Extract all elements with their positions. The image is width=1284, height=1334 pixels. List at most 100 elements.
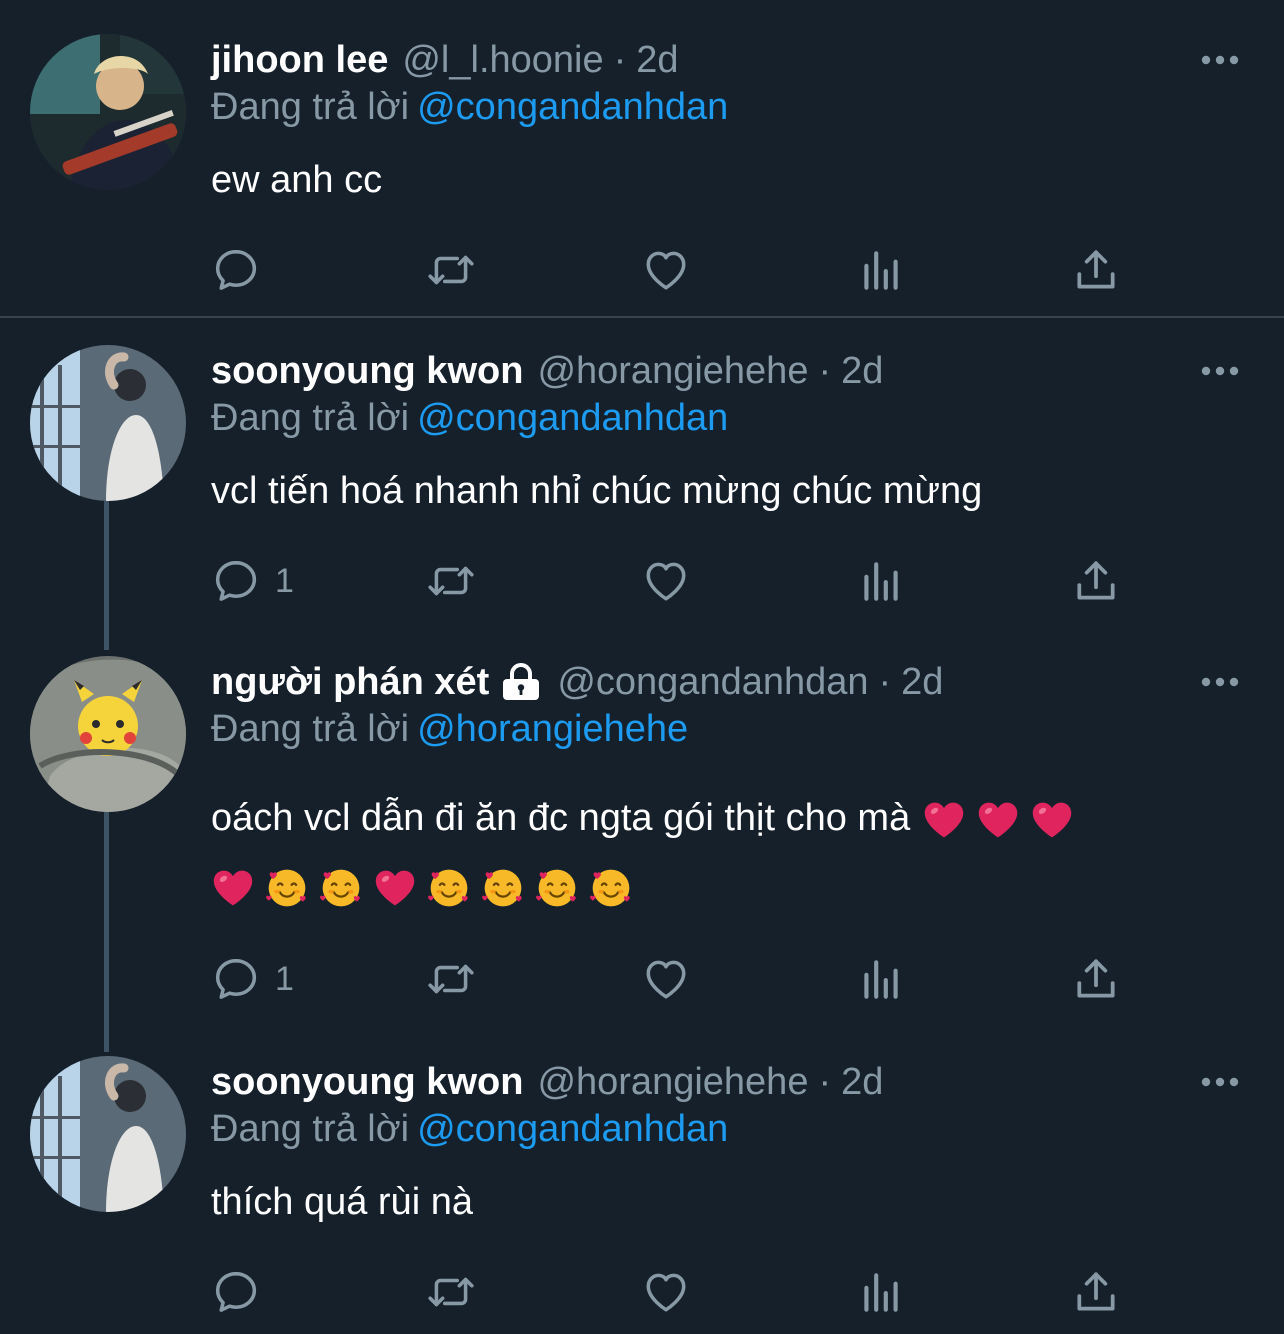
replying-to: Đang trả lời @congandanhdan (211, 86, 728, 129)
analytics-button[interactable] (856, 244, 906, 296)
share-icon (1071, 245, 1121, 295)
reply-button[interactable] (211, 244, 275, 296)
more-options-icon[interactable] (1196, 40, 1244, 80)
retweet-button[interactable] (426, 953, 476, 1005)
replying-to-label: Đang trả lời (211, 1108, 410, 1150)
tweet-header: soonyoung kwon @horangiehehe · 2d (211, 1056, 883, 1108)
avatar[interactable] (30, 656, 186, 812)
timestamp[interactable]: 2d (636, 39, 678, 82)
display-name[interactable]: jihoon lee (211, 39, 388, 82)
retweet-button[interactable] (426, 555, 476, 607)
avatar[interactable] (30, 345, 186, 501)
like-button[interactable] (641, 1266, 691, 1318)
share-button[interactable] (1071, 555, 1121, 607)
timestamp[interactable]: 2d (841, 1061, 883, 1104)
analytics-icon (856, 1267, 906, 1317)
more-options-icon[interactable] (1196, 1062, 1244, 1102)
like-button[interactable] (641, 953, 691, 1005)
like-button[interactable] (641, 244, 691, 296)
like-icon (641, 556, 691, 606)
emoji-line-2 (211, 854, 1241, 922)
mention-link[interactable]: @congandanhdan (417, 86, 728, 128)
avatar[interactable] (30, 34, 186, 190)
display-name[interactable]: soonyoung kwon (211, 350, 523, 393)
display-name[interactable]: soonyoung kwon (211, 1061, 523, 1104)
mention-link[interactable]: @horangiehehe (417, 708, 688, 750)
reply-icon (211, 954, 261, 1004)
smiling-face-with-hearts-emoji (481, 866, 525, 910)
tweet-header: jihoon lee @l_l.hoonie · 2d (211, 34, 679, 86)
mention-link[interactable]: @congandanhdan (417, 1108, 728, 1150)
username[interactable]: @horangiehehe (537, 350, 808, 393)
reply-count: 1 (275, 959, 294, 998)
share-icon (1071, 556, 1121, 606)
lock-icon (503, 663, 540, 700)
tweet-text-body: vcl tiến hoá nhanh nhỉ chúc mừng chúc mừ… (211, 470, 983, 512)
retweet-icon (426, 954, 476, 1004)
reply-icon (211, 245, 261, 295)
separator-dot: · (878, 660, 892, 703)
tweet-divider (0, 316, 1284, 318)
analytics-icon (856, 954, 906, 1004)
separator-dot: · (613, 38, 627, 81)
thread-line (104, 812, 109, 1052)
avatar-image (30, 345, 186, 501)
red-heart-emoji (373, 866, 417, 910)
timestamp[interactable]: 2d (841, 350, 883, 393)
reply-icon (211, 1267, 261, 1317)
tweet-text-body: thích quá rùi nà (211, 1181, 473, 1223)
smiling-face-with-hearts-emoji (265, 866, 309, 910)
replying-to: Đang trả lời @congandanhdan (211, 397, 728, 440)
smiling-face-with-hearts-emoji (589, 866, 633, 910)
analytics-icon (856, 556, 906, 606)
timestamp[interactable]: 2d (901, 661, 943, 704)
like-icon (641, 1267, 691, 1317)
analytics-icon (856, 245, 906, 295)
share-button[interactable] (1071, 953, 1121, 1005)
tweet-text: oách vcl dẫn đi ăn đc ngta gói thịt cho … (211, 784, 1241, 922)
smiling-face-with-hearts-emoji (535, 866, 579, 910)
retweet-icon (426, 1267, 476, 1317)
separator-dot: · (818, 349, 832, 392)
like-button[interactable] (641, 555, 691, 607)
tweet-text-body: oách vcl dẫn đi ăn đc ngta gói thịt cho … (211, 797, 911, 839)
smiling-face-with-hearts-emoji (319, 866, 363, 910)
share-button[interactable] (1071, 1266, 1121, 1318)
smiling-face-with-hearts-emoji (427, 866, 471, 910)
tweet-actions: 1 (211, 953, 1131, 1005)
replying-to: Đang trả lời @congandanhdan (211, 1108, 728, 1151)
retweet-icon (426, 556, 476, 606)
like-icon (641, 245, 691, 295)
analytics-button[interactable] (856, 555, 906, 607)
tweet-text: thích quá rùi nà (211, 1168, 1241, 1236)
display-name[interactable]: người phán xét (211, 661, 489, 704)
tweet-header: soonyoung kwon @horangiehehe · 2d (211, 345, 883, 397)
more-options-icon[interactable] (1196, 662, 1244, 702)
tweet-actions (211, 244, 1131, 296)
tweet-text: ew anh cc (211, 146, 1241, 214)
share-button[interactable] (1071, 244, 1121, 296)
more-options-icon[interactable] (1196, 351, 1244, 391)
like-icon (641, 954, 691, 1004)
tweet-text-body: ew anh cc (211, 159, 383, 201)
analytics-button[interactable] (856, 1266, 906, 1318)
mention-link[interactable]: @congandanhdan (417, 397, 728, 439)
replying-to-label: Đang trả lời (211, 86, 410, 128)
red-heart-emoji (211, 866, 255, 910)
reply-button[interactable]: 1 (211, 953, 294, 1005)
reply-button[interactable]: 1 (211, 555, 294, 607)
retweet-button[interactable] (426, 1266, 476, 1318)
username[interactable]: @l_l.hoonie (402, 39, 603, 82)
analytics-button[interactable] (856, 953, 906, 1005)
tweet-header: người phán xét @congandanhdan · 2d (211, 656, 943, 708)
tweet-text: vcl tiến hoá nhanh nhỉ chúc mừng chúc mừ… (211, 457, 1241, 525)
username[interactable]: @horangiehehe (537, 1061, 808, 1104)
retweet-button[interactable] (426, 244, 476, 296)
reply-count: 1 (275, 561, 294, 600)
emoji-line-1 (922, 786, 1074, 854)
username[interactable]: @congandanhdan (557, 661, 868, 704)
avatar[interactable] (30, 1056, 186, 1212)
red-heart-emoji (976, 798, 1020, 842)
retweet-icon (426, 245, 476, 295)
reply-button[interactable] (211, 1266, 275, 1318)
